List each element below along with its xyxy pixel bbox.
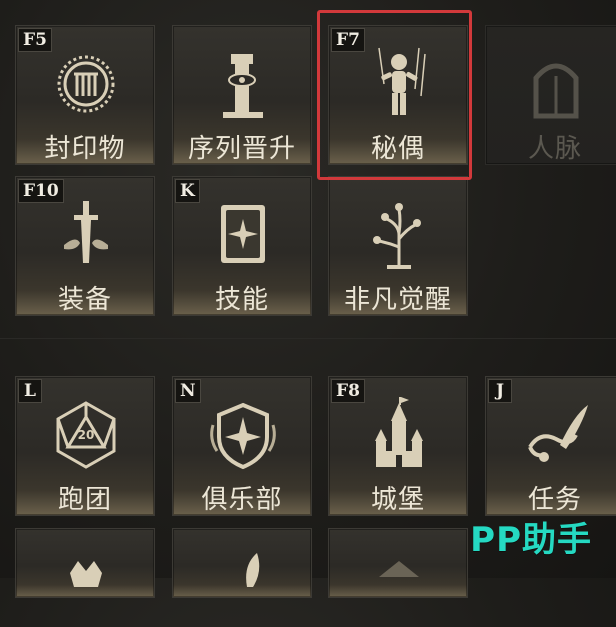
- section-divider: [0, 338, 616, 339]
- highlight-frame: [317, 10, 472, 180]
- main-menu-panel: F5 封印物 序列晋升 F7 秘偶 人脉 F10 装备 K 技能 非凡觉醒 L …: [0, 0, 616, 598]
- hotkey-badge: N: [175, 379, 201, 403]
- hotkey-badge: K: [175, 179, 200, 203]
- menu-item-partial[interactable]: [172, 528, 312, 598]
- door-arch-icon: [533, 63, 579, 119]
- menu-item-sequence-advance[interactable]: 序列晋升: [172, 25, 312, 165]
- menu-item-label: 跑团: [57, 485, 112, 515]
- seal-ring-icon: [57, 55, 115, 113]
- crown-icon: [70, 561, 102, 587]
- menu-item-quests[interactable]: J 任务: [485, 376, 616, 516]
- menu-item-label: 俱乐部: [201, 485, 283, 515]
- watermark: PP助手: [470, 520, 592, 560]
- menu-item-label: 封印物: [44, 134, 126, 164]
- shield-compass-icon: [210, 402, 276, 470]
- scroll-quill-icon: [528, 405, 588, 462]
- menu-item-label: 装备: [57, 285, 112, 315]
- hotkey-badge: J: [488, 379, 512, 403]
- menu-item-seals[interactable]: F5 封印物: [15, 25, 155, 165]
- svg-text:20: 20: [78, 428, 95, 442]
- menu-item-label: 技能: [214, 285, 269, 315]
- menu-item-label: 人脉: [527, 134, 582, 164]
- menu-item-label: 任务: [527, 485, 582, 515]
- menu-item-partial[interactable]: [15, 528, 155, 598]
- book-icon: [221, 205, 265, 263]
- menu-item-partial[interactable]: [328, 528, 468, 598]
- menu-item-club[interactable]: N 俱乐部: [172, 376, 312, 516]
- hotkey-badge: L: [18, 379, 42, 403]
- pillar-eye-icon: [223, 54, 263, 118]
- tree-eyes-icon: [373, 203, 421, 269]
- menu-item-connections[interactable]: 人脉: [485, 25, 616, 165]
- building-icon: [379, 561, 419, 577]
- menu-item-label: 非凡觉醒: [343, 285, 452, 315]
- sword-icon: [64, 201, 108, 263]
- quill-icon: [246, 553, 260, 587]
- menu-item-castle[interactable]: F8 城堡: [328, 376, 468, 516]
- menu-item-label: 序列晋升: [187, 134, 296, 164]
- menu-item-label: 城堡: [370, 485, 425, 515]
- menu-item-beyonder-awakening[interactable]: 非凡觉醒: [328, 176, 468, 316]
- menu-item-equipment[interactable]: F10 装备: [15, 176, 155, 316]
- d20-dice-icon: 20: [56, 401, 116, 469]
- menu-item-tabletop[interactable]: L 20 跑团: [15, 376, 155, 516]
- menu-item-skills[interactable]: K 技能: [172, 176, 312, 316]
- castle-icon: [375, 397, 423, 467]
